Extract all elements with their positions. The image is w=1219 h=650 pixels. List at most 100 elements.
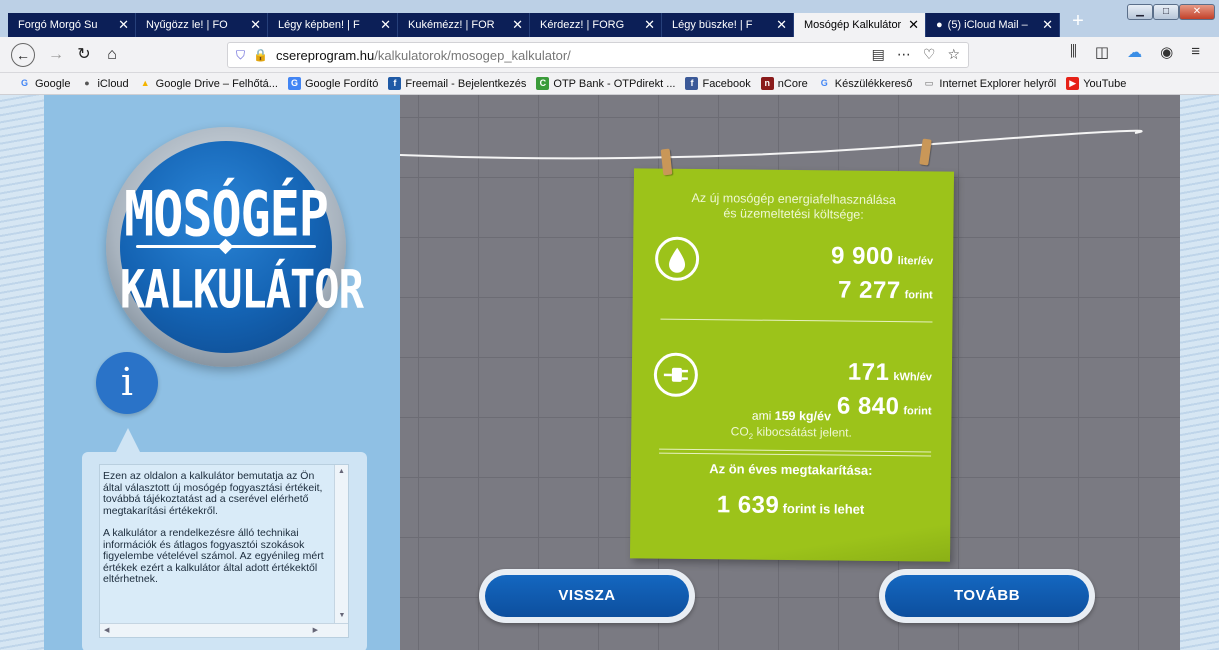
bookmark-icloud[interactable]: ● iCloud — [80, 77, 128, 90]
more-actions-icon[interactable]: ⋯ — [897, 46, 911, 63]
horizontal-scrollbar[interactable]: ◀ ▶ — [100, 623, 348, 637]
next-button[interactable]: TOVÁBB — [879, 569, 1095, 623]
tab-0[interactable]: Forgó Morgó Su ✕ — [8, 13, 136, 37]
bookmark-device-finder[interactable]: G Készülékkereső — [818, 77, 913, 90]
google-drive-icon: ▲ — [140, 78, 150, 88]
decorative-wave-left — [0, 95, 44, 650]
result-note: Az új mosógép energiafelhasználása és üz… — [629, 168, 955, 562]
bookmark-freemail[interactable]: f Freemail - Bejelentkezés — [388, 77, 526, 90]
maximize-icon[interactable]: □ — [1153, 4, 1179, 20]
bookmarks-toolbar: G Google ● iCloud ▲ Google Drive – Felhőtá.… — [0, 73, 1219, 95]
decorative-wave-right — [1180, 95, 1219, 650]
close-icon[interactable]: ✕ — [908, 17, 919, 33]
info-paragraph-2: A kalkulátor a rendelkezésre álló techni… — [103, 527, 324, 585]
otp-icon: C — [536, 77, 550, 90]
tab-bar: Forgó Morgó Su ✕ Nyűgözz le! | FO ✕ Légy k… — [0, 0, 1219, 37]
back-arrow-icon[interactable]: ← — [11, 43, 35, 67]
divider — [659, 448, 932, 453]
shield-icon[interactable]: ⛉ — [236, 48, 245, 63]
tab-label: (5) iCloud Mail – — [947, 19, 1028, 31]
pocket-icon[interactable]: ♡ — [923, 46, 936, 63]
close-icon[interactable]: ✕ — [644, 17, 655, 33]
saving-label: Az ön éves megtakarítása: — [709, 461, 873, 478]
apple-icon: ● — [936, 19, 943, 31]
logo-subtitle: KALKULÁTOR — [120, 258, 364, 321]
reader-view-icon[interactable]: ▤ — [872, 46, 885, 63]
back-button-label: VISSZA — [485, 575, 689, 617]
close-icon[interactable]: ✕ — [512, 17, 523, 33]
water-consumption: 9 900 liter/év — [830, 242, 934, 271]
tab-label: Légy képben! | F — [278, 19, 360, 31]
url-bar[interactable]: ⛉ 🔒 csereprogram.hu/kalkulatorok/mosogep… — [227, 42, 969, 68]
tab-label: Kérdezz! | FORG — [540, 19, 625, 31]
info-paragraph-1: Ezen az oldalon a kalkulátor bemutatja a… — [103, 470, 323, 517]
result-intro: Az új mosógép energiafelhasználása és üz… — [691, 190, 896, 222]
close-icon[interactable]: ✕ — [1042, 17, 1053, 33]
calculator-logo: MOSÓGÉP KALKULÁTOR — [106, 127, 364, 367]
close-icon[interactable]: ✕ — [380, 17, 391, 33]
bookmark-youtube[interactable]: ▶ YouTube — [1066, 77, 1126, 90]
tab-1[interactable]: Nyűgözz le! | FO ✕ — [136, 13, 268, 37]
apple-icon: ● — [84, 78, 90, 88]
tab-4[interactable]: Kérdezz! | FORG ✕ — [530, 13, 662, 37]
menu-icon[interactable]: ≡ — [1191, 43, 1200, 61]
url-domain: csereprogram.hu — [275, 47, 375, 63]
insecure-lock-icon[interactable]: 🔒 — [253, 48, 268, 62]
account-icon[interactable]: ◉ — [1160, 43, 1173, 61]
bookmark-ncore[interactable]: n nCore — [760, 77, 808, 90]
scroll-down-icon[interactable]: ▼ — [335, 609, 348, 623]
info-pointer — [116, 428, 140, 452]
bookmark-facebook[interactable]: f Facebook — [685, 77, 751, 90]
back-button[interactable]: VISSZA — [479, 569, 695, 623]
tab-6-active[interactable]: Mosógép Kalkulátor ✕ — [794, 13, 926, 37]
tab-7[interactable]: ● (5) iCloud Mail – ✕ — [926, 13, 1060, 37]
tab-5[interactable]: Légy büszke! | F ✕ — [662, 13, 794, 37]
ncore-icon: n — [760, 77, 774, 90]
home-icon[interactable]: ⌂ — [100, 43, 124, 67]
sidebar-icon[interactable]: ◫ — [1095, 43, 1109, 61]
minimize-icon[interactable]: ▁ — [1127, 4, 1153, 20]
tab-3[interactable]: Kukémézz! | FOR ✕ — [398, 13, 530, 37]
info-text: Ezen az oldalon a kalkulátor bemutatja a… — [103, 470, 331, 597]
tab-label: Mosógép Kalkulátor — [804, 19, 902, 31]
next-button-label: TOVÁBB — [885, 575, 1089, 617]
co2-amount: ami 159 kg/év — [751, 408, 832, 424]
tab-label: Forgó Morgó Su — [18, 19, 98, 31]
electricity-consumption: 171 kWh/év — [847, 358, 932, 387]
bookmark-ie-folder[interactable]: ▭ Internet Explorer helyről — [922, 77, 1057, 90]
google-translate-icon: G — [287, 77, 301, 90]
tab-label: Kukémézz! | FOR — [408, 19, 495, 31]
page-content: MOSÓGÉP KALKULÁTOR i Ezen az oldalon a k… — [0, 95, 1219, 650]
bookmark-google-drive[interactable]: ▲ Google Drive – Felhőtá... — [139, 77, 278, 90]
navigation-bar: ← → ↻ ⌂ ⛉ 🔒 csereprogram.hu/kalkulatorok… — [0, 37, 1219, 73]
bookmark-otp[interactable]: C OTP Bank - OTPdirekt ... — [536, 77, 675, 90]
url-path: /kalkulatorok/mosogep_kalkulator/ — [374, 47, 571, 63]
close-icon[interactable]: ✕ — [118, 17, 129, 33]
close-icon[interactable]: ✕ — [776, 17, 787, 33]
vertical-scrollbar[interactable]: ▲ ▼ — [334, 465, 348, 623]
info-box: Ezen az oldalon a kalkulátor bemutatja a… — [82, 452, 367, 650]
tab-2[interactable]: Légy képben! | F ✕ — [268, 13, 398, 37]
forward-arrow-icon[interactable]: → — [44, 43, 68, 67]
google-icon: G — [820, 78, 828, 88]
clothesline — [400, 129, 1143, 160]
freemail-icon: f — [388, 77, 402, 90]
scroll-right-icon[interactable]: ▶ — [313, 626, 318, 634]
info-icon: i — [96, 352, 158, 414]
bookmark-google[interactable]: G Google — [18, 77, 71, 90]
close-icon[interactable]: ✕ — [250, 17, 261, 33]
bookmark-star-icon[interactable]: ☆ — [947, 46, 960, 63]
info-scroll-area[interactable]: Ezen az oldalon a kalkulátor bemutatja a… — [99, 464, 349, 638]
library-icon[interactable]: ⫼ — [1070, 43, 1077, 61]
scroll-up-icon[interactable]: ▲ — [335, 465, 348, 479]
new-tab-icon[interactable]: + — [1068, 11, 1088, 32]
scroll-left-icon[interactable]: ◀ — [104, 626, 109, 634]
bookmark-google-translate[interactable]: G Google Fordító — [287, 77, 378, 90]
co2-description: CO2 kibocsátást jelent. — [730, 424, 852, 441]
reload-icon[interactable]: ↻ — [72, 43, 96, 67]
google-icon: G — [20, 78, 28, 88]
icloud-icon[interactable]: ☁ — [1127, 43, 1142, 61]
logo-divider — [136, 245, 316, 248]
window-close-icon[interactable]: ✕ — [1179, 4, 1215, 20]
youtube-icon: ▶ — [1066, 77, 1080, 90]
